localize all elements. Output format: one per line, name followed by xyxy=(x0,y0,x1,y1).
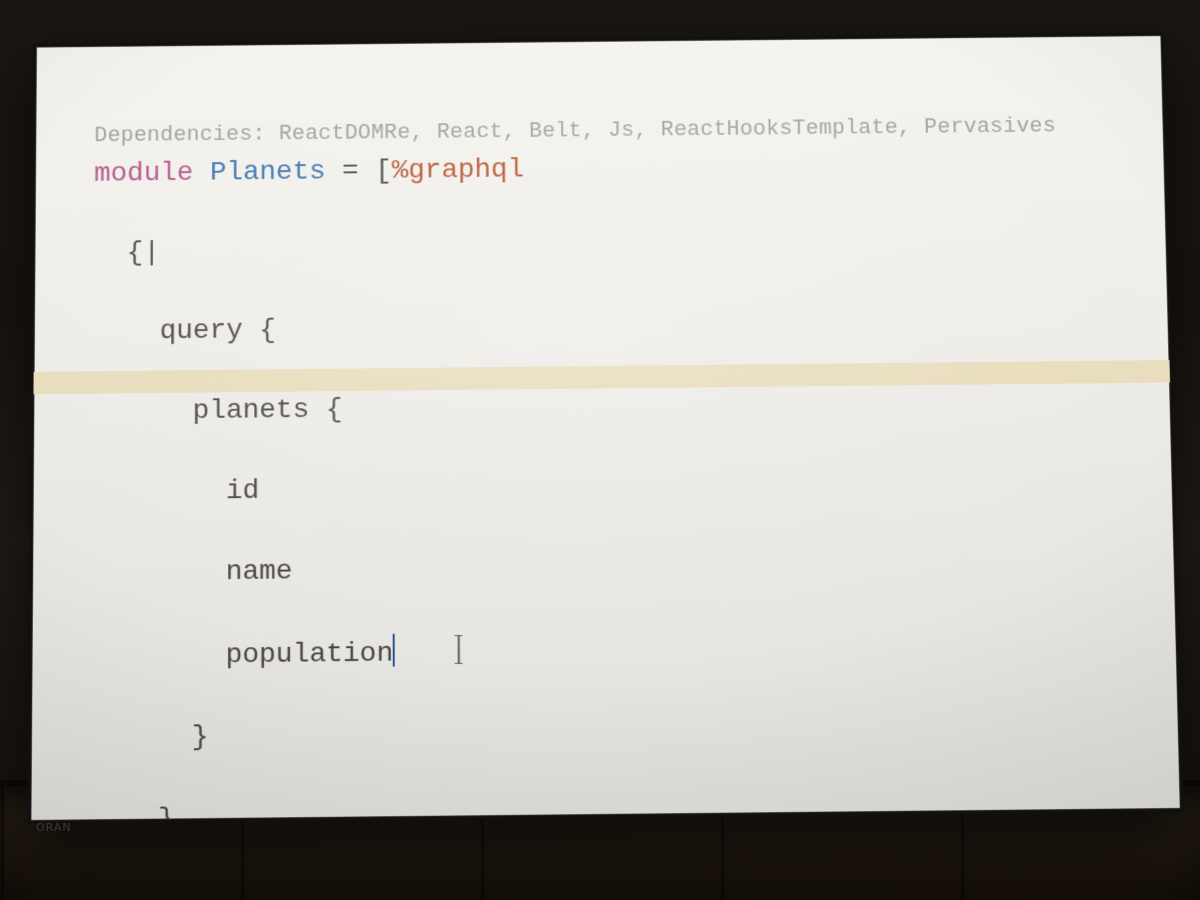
dependencies-list: ReactDOMRe, React, Belt, Js, ReactHooksT… xyxy=(279,114,1056,146)
projector-screen: Dependencies: ReactDOMRe, React, Belt, J… xyxy=(27,32,1184,824)
code-line: {| xyxy=(94,224,1130,274)
query-field: query xyxy=(160,316,243,347)
code-line: query { xyxy=(93,303,1131,354)
mouse-ibeam-cursor xyxy=(455,635,463,664)
code-line: } xyxy=(91,709,1141,761)
text-caret xyxy=(393,634,395,666)
dependencies-label: Dependencies: xyxy=(94,122,265,148)
graphql-attr: %graphql xyxy=(392,155,524,186)
lbracket-punc: [ xyxy=(375,156,392,186)
room-background: Dependencies: ReactDOMRe, React, Belt, J… xyxy=(0,0,1200,900)
name-field: name xyxy=(226,556,293,587)
screen-brand-label: oran xyxy=(36,821,72,834)
code-editor[interactable]: Dependencies: ReactDOMRe, React, Belt, J… xyxy=(30,35,1180,821)
code-line: planets { xyxy=(93,383,1134,434)
module-keyword: module xyxy=(94,158,193,189)
code-line-active: population xyxy=(91,624,1139,679)
equals-punc: = xyxy=(342,157,359,187)
id-field: id xyxy=(226,476,259,507)
projector-perspective: Dependencies: ReactDOMRe, React, Belt, J… xyxy=(28,22,1176,812)
module-name-planets: Planets xyxy=(210,157,326,188)
dependencies-header: Dependencies: ReactDOMRe, React, Belt, J… xyxy=(94,114,1056,148)
code-line: name xyxy=(92,543,1138,594)
planets-field: planets xyxy=(193,395,310,427)
code-line: module Planets = [%graphql xyxy=(94,145,1128,195)
code-line: id xyxy=(92,463,1135,514)
population-field: population xyxy=(226,639,394,672)
open-raw: {| xyxy=(127,238,160,268)
